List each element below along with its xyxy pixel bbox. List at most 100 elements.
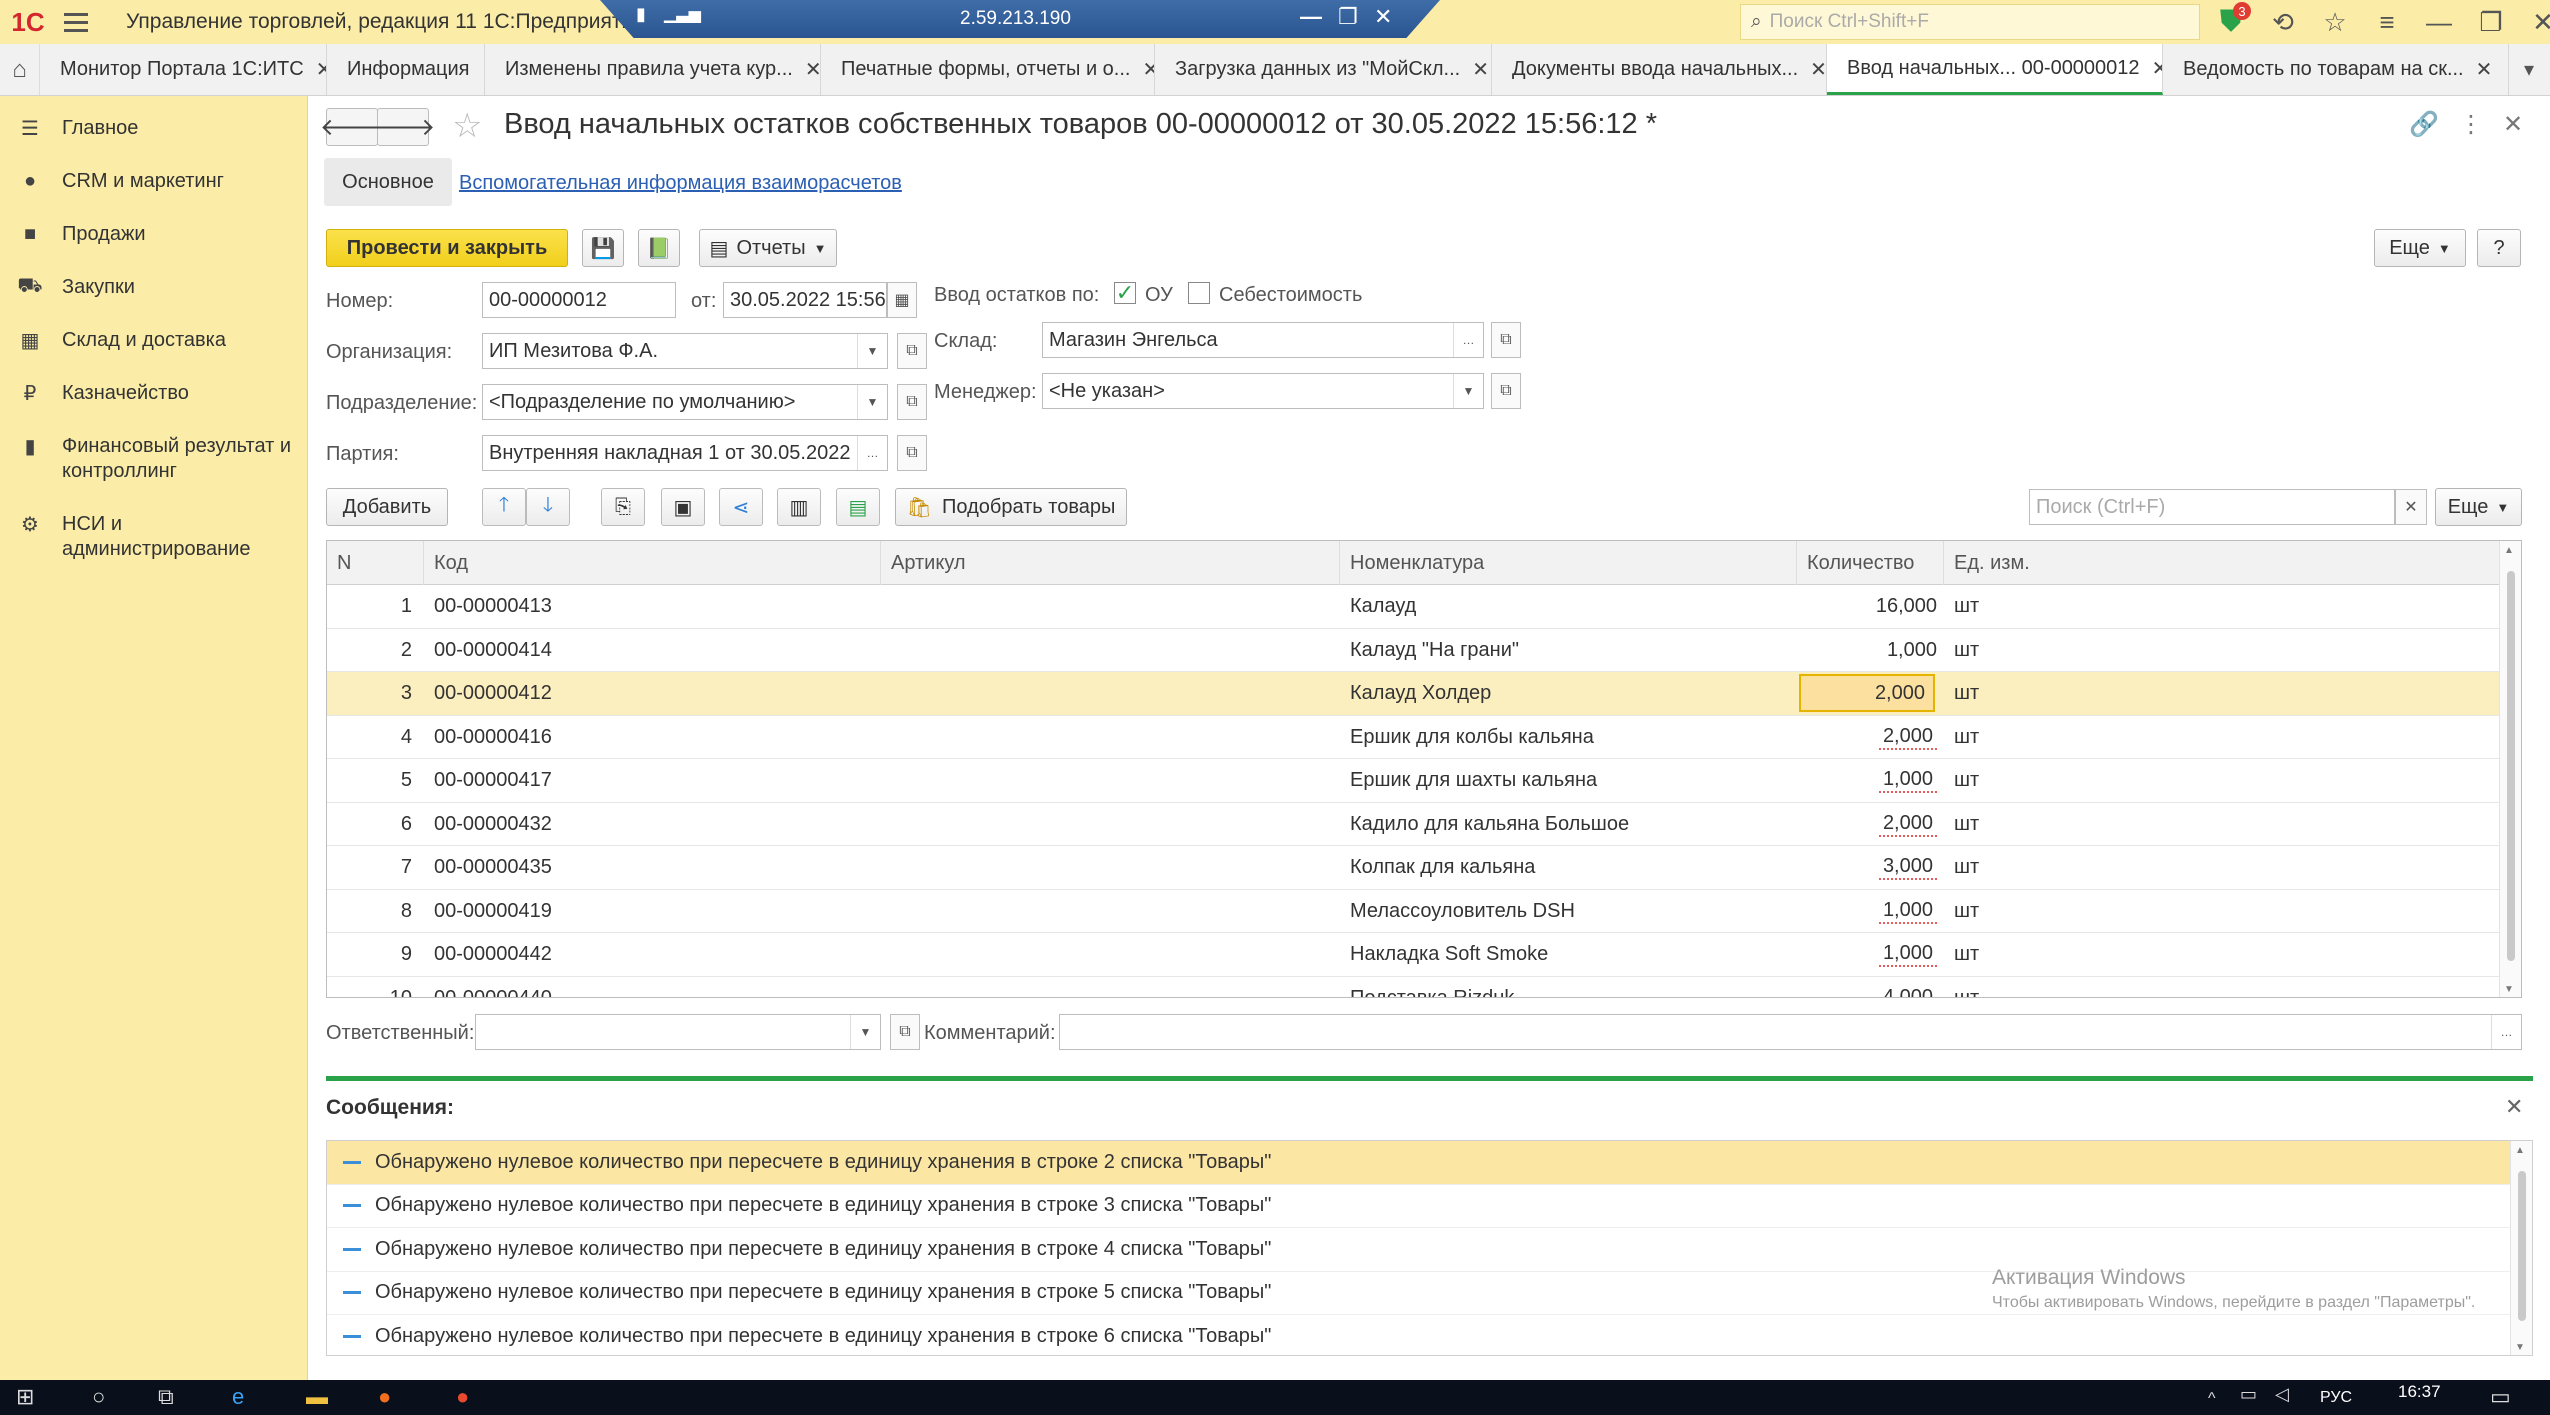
message-item[interactable]: Обнаружено нулевое количество при пересч… [327, 1228, 2511, 1272]
manager-field[interactable]: <Не указан> ▼ [1042, 373, 1484, 409]
message-item[interactable]: Обнаружено нулевое количество при пересч… [327, 1315, 2511, 1355]
column-header-unit[interactable]: Ед. изм. [1944, 541, 2501, 585]
table-cell-qty[interactable]: 2,000 [1797, 803, 1937, 846]
sidebar-item-main[interactable]: ☰ Главное [0, 102, 307, 155]
history-icon[interactable]: ⟲ [2257, 0, 2309, 44]
open-responsible-icon[interactable]: ⧉ [890, 1014, 920, 1050]
table-cell-qty[interactable]: 1,000 [1797, 759, 1937, 802]
column-header-name[interactable]: Номенклатура [1340, 541, 1797, 585]
close-form-icon[interactable]: ✕ [2503, 110, 2523, 139]
settings-menu-icon[interactable]: ≡ [2361, 0, 2413, 44]
message-item[interactable]: Обнаружено нулевое количество при пересч… [327, 1141, 2511, 1185]
chevron-down-icon[interactable]: ▼ [857, 385, 887, 419]
window-close-icon[interactable]: ✕ [2517, 0, 2550, 44]
department-field[interactable]: <Подразделение по умолчанию> ▼ [482, 384, 888, 420]
paste-icon[interactable]: ▣ [661, 488, 705, 526]
close-tab-icon[interactable]: ✕ [316, 57, 326, 82]
more-vertical-icon[interactable]: ⋮ [2459, 110, 2483, 139]
folder-icon[interactable]: ▬ [306, 1384, 328, 1410]
split-icon[interactable]: ⋖ [719, 488, 763, 526]
table-row[interactable]: 10 00-00000440 Подставка Rizduk 4,000 шт [327, 977, 2501, 998]
tray-chevron-icon[interactable]: ^ [2208, 1390, 2216, 1408]
open-batch-icon[interactable]: ⧉ [897, 435, 927, 471]
tab-initial-docs[interactable]: Документы ввода начальных... ✕ [1492, 44, 1827, 95]
open-warehouse-icon[interactable]: ⧉ [1491, 322, 1521, 358]
table-row[interactable]: 3 00-00000412 Калауд Холдер 2,000 шт [327, 672, 2501, 716]
search-icon[interactable]: ○ [92, 1384, 105, 1410]
window-restore-icon[interactable]: ❐ [2465, 0, 2517, 44]
open-manager-icon[interactable]: ⧉ [1491, 373, 1521, 409]
table-cell-qty[interactable]: 2,000 [1799, 674, 1935, 712]
grid-more-button[interactable]: Еще ▼ [2435, 488, 2522, 526]
reports-button[interactable]: ▤ Отчеты ▼ [699, 229, 837, 267]
forward-button[interactable]: 🡒 [371, 108, 435, 146]
tab-information[interactable]: Информация✕ [327, 44, 485, 95]
ou-checkbox[interactable]: ✓ [1114, 280, 1136, 305]
scrollbar-thumb[interactable] [2507, 571, 2515, 961]
barcode-icon[interactable]: ▥ [777, 488, 821, 526]
chevron-down-icon[interactable]: ▼ [857, 334, 887, 368]
close-tab-icon[interactable]: ✕ [2476, 57, 2493, 82]
volume-icon[interactable]: ◁ [2275, 1384, 2289, 1405]
table-row[interactable]: 1 00-00000413 Калауд 16,000 шт [327, 585, 2501, 629]
table-row[interactable]: 6 00-00000432 Кадило для кальяна Большое 2,… [327, 803, 2501, 846]
tab-print-forms[interactable]: Печатные формы, отчеты и о...✕ [821, 44, 1155, 95]
table-row[interactable]: 9 00-00000442 Накладка Soft Smoke 1,000 шт [327, 933, 2501, 977]
window-minimize-icon[interactable]: — [2413, 0, 2465, 44]
sidebar-item-purchases[interactable]: ⛟ Закупки [0, 261, 307, 314]
messages-scrollbar[interactable]: ▲ ▼ [2510, 1141, 2532, 1355]
firefox-icon[interactable]: ● [378, 1384, 391, 1410]
post-icon[interactable]: 📗 [638, 229, 680, 267]
tab-goods-statement[interactable]: Ведомость по товарам на ск... ✕ [2163, 44, 2509, 95]
scrollbar-thumb[interactable] [2518, 1171, 2526, 1321]
favorites-icon[interactable]: ☆ [2309, 0, 2361, 44]
message-item[interactable]: Обнаружено нулевое количество при пересч… [327, 1185, 2511, 1228]
edge-icon[interactable]: e [232, 1384, 244, 1410]
select-icon[interactable]: … [857, 436, 887, 470]
global-search-input[interactable]: ⌕ Поиск Ctrl+Shift+F [1740, 4, 2200, 40]
favorite-star-icon[interactable]: ☆ [452, 106, 482, 146]
column-header-n[interactable]: N [327, 541, 424, 585]
table-cell-qty[interactable]: 16,000 [1797, 585, 1937, 628]
close-tab-icon[interactable]: ✕ [1810, 57, 1826, 82]
organization-field[interactable]: ИП Мезитова Ф.А. ▼ [482, 333, 888, 369]
help-button[interactable]: ? [2477, 229, 2521, 267]
table-row[interactable]: 2 00-00000414 Калауд "На грани" 1,000 шт [327, 629, 2501, 672]
tab-main[interactable]: Основное [324, 158, 452, 206]
save-icon[interactable]: 💾 [582, 229, 624, 267]
table-row[interactable]: 7 00-00000435 Колпак для кальяна 3,000 шт [327, 846, 2501, 890]
select-icon[interactable]: … [1453, 323, 1483, 357]
clock[interactable]: 16:37 [2398, 1382, 2441, 1402]
sidebar-item-finance[interactable]: ▮ Финансовый результат и контроллинг [0, 420, 307, 498]
more-button[interactable]: Еще ▼ [2374, 229, 2466, 267]
warehouse-field[interactable]: Магазин Энгельса … [1042, 322, 1484, 358]
copy-icon[interactable]: ⎘ [601, 488, 645, 526]
tab-current-document[interactable]: Ввод начальных... 00-00000012✕ [1827, 44, 2163, 95]
clear-search-icon[interactable]: ✕ [2395, 489, 2427, 525]
table-row[interactable]: 8 00-00000419 Мелассоуловитель DSH 1,000 шт [327, 890, 2501, 933]
minimize-icon[interactable]: — [1300, 4, 1322, 30]
table-row[interactable]: 4 00-00000416 Ершик для колбы кальяна 2,000… [327, 716, 2501, 759]
add-row-button[interactable]: Добавить [326, 488, 448, 526]
table-row[interactable]: 5 00-00000417 Ершик для шахты кальяна 1,000… [327, 759, 2501, 803]
table-cell-qty[interactable]: 4,000 [1797, 977, 1937, 998]
table-cell-qty[interactable]: 1,000 [1797, 629, 1937, 672]
chevron-down-icon[interactable]: ▼ [850, 1015, 880, 1049]
main-menu-icon[interactable] [56, 0, 96, 44]
column-header-article[interactable]: Артикул [881, 541, 1340, 585]
comment-field[interactable]: … [1059, 1014, 2522, 1050]
open-department-icon[interactable]: ⧉ [897, 384, 927, 420]
excel-icon[interactable]: ▤ [836, 488, 880, 526]
windows-start-icon[interactable]: ⊞ [16, 1384, 34, 1410]
restore-icon[interactable]: ❐ [1338, 4, 1358, 30]
network-icon[interactable]: ▭ [2240, 1384, 2257, 1405]
close-tab-icon[interactable]: ✕ [805, 57, 820, 82]
tab-currency-rules[interactable]: Изменены правила учета кур... ✕ [485, 44, 821, 95]
tab-import-moysklad[interactable]: Загрузка данных из "МойСкл... ✕ [1155, 44, 1492, 95]
post-and-close-button[interactable]: Провести и закрыть [326, 229, 568, 267]
responsible-field[interactable]: ▼ [475, 1014, 881, 1050]
task-view-icon[interactable]: ⧉ [158, 1384, 174, 1410]
close-tab-icon[interactable]: ✕ [1472, 57, 1489, 82]
open-organization-icon[interactable]: ⧉ [897, 333, 927, 369]
sidebar-item-admin[interactable]: ⚙ НСИ и администрирование [0, 498, 307, 576]
